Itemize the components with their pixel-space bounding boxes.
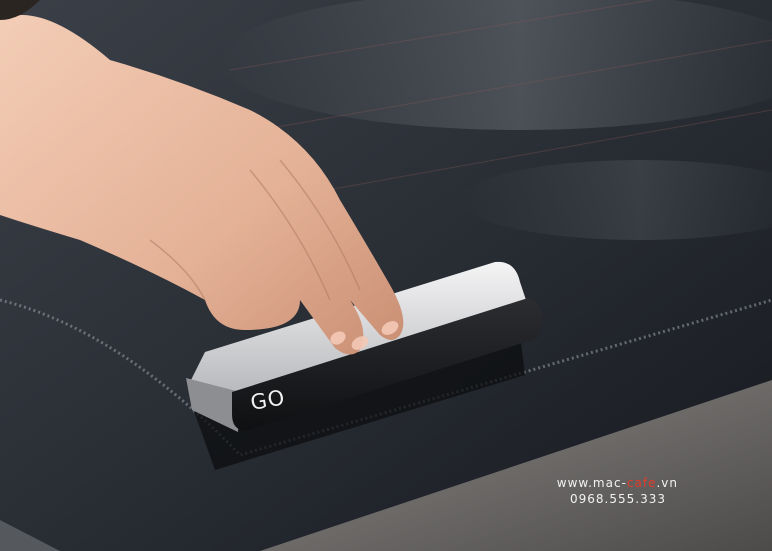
watermark-site-prefix: www.mac-	[556, 476, 627, 490]
watermark-site-suffix: .vn	[656, 476, 678, 490]
watermark-phone: 0968.555.333	[570, 492, 666, 506]
watermark-site-accent: cafe	[626, 476, 657, 490]
photo-scene: GO www.mac-cafe.vn 0968.555.333	[0, 0, 772, 551]
photo-illustration: GO	[0, 0, 772, 551]
watermark-site: www.mac-cafe.vn	[557, 476, 678, 490]
